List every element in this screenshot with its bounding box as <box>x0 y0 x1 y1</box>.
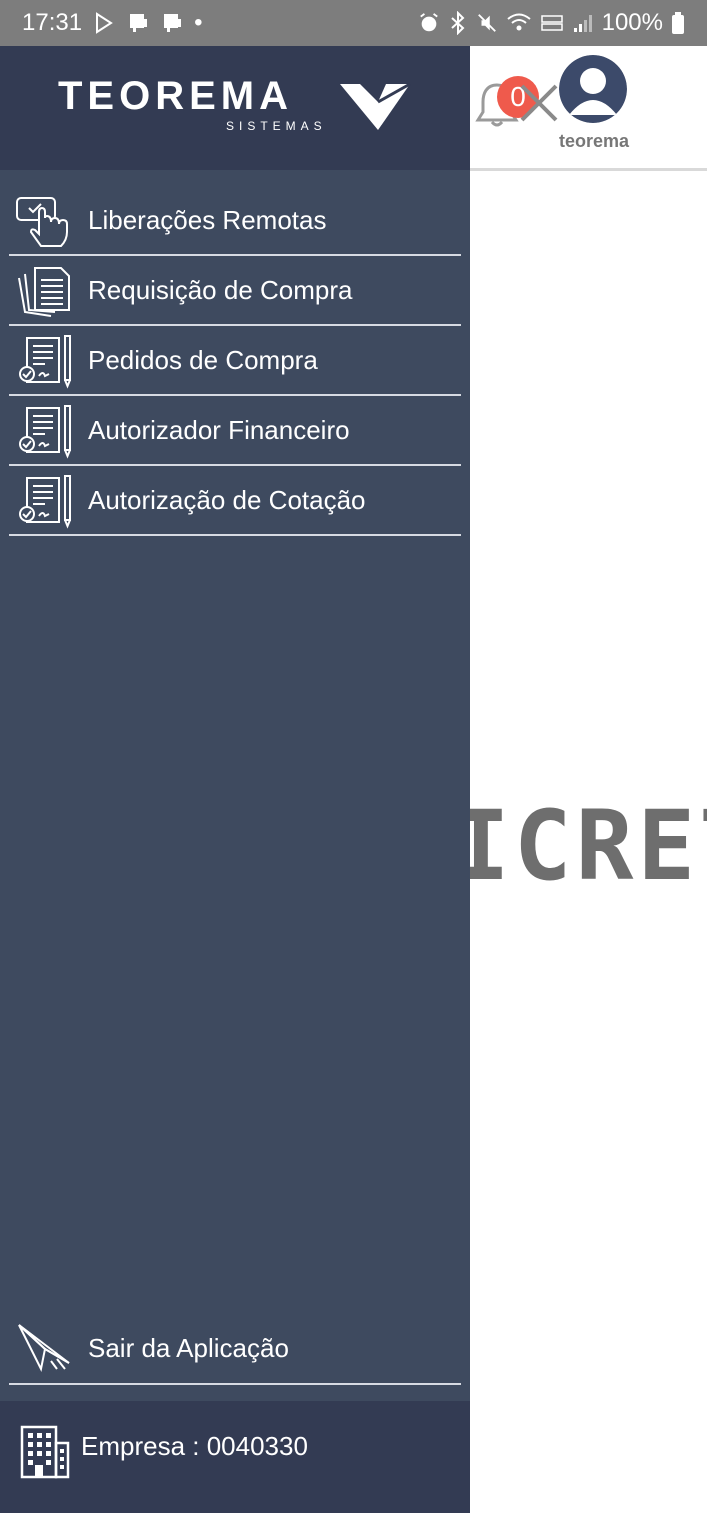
logo-icon <box>340 82 411 130</box>
signal-icon <box>573 15 592 32</box>
documents-icon <box>18 267 70 317</box>
status-dot: • <box>194 9 203 36</box>
navigation-drawer: TEOREMA SISTEMAS Liberações Remotas Requ… <box>0 46 470 1513</box>
play-store-icon <box>96 12 113 34</box>
menu-item-autorizacao-de-cotacao[interactable]: Autorização de Cotação <box>9 466 461 536</box>
wifi-icon <box>506 13 531 31</box>
menu-item-pedidos-de-compra[interactable]: Pedidos de Compra <box>9 326 461 396</box>
alarm-icon <box>419 13 438 32</box>
username: teorema <box>558 131 630 151</box>
menu-item-autorizador-financeiro[interactable]: Autorizador Financeiro <box>9 396 461 466</box>
menu-item-label: Liberações Remotas <box>88 204 327 235</box>
avatar[interactable] <box>559 55 627 123</box>
company-footer: Empresa : 0040330 <box>0 1401 470 1513</box>
company-label: Empresa : 0040330 <box>81 1431 308 1461</box>
logout-button[interactable]: Sair da Aplicação <box>9 1311 461 1385</box>
logout-label: Sair da Aplicação <box>88 1333 289 1363</box>
user-icon <box>559 55 627 123</box>
menu-item-label: Requisição de Compra <box>88 274 353 305</box>
mute-icon <box>477 14 496 32</box>
paper-plane-icon <box>18 1324 70 1373</box>
menu-item-requisicao-de-compra[interactable]: Requisição de Compra <box>9 256 461 326</box>
cast-icon <box>130 14 148 32</box>
logo-subtitle: SISTEMAS <box>226 119 327 133</box>
logo-name: TEOREMA <box>58 74 293 118</box>
contract-icon <box>19 475 71 529</box>
contract-icon <box>19 405 71 459</box>
bluetooth-icon <box>450 11 465 35</box>
cast-icon <box>164 14 182 32</box>
menu-item-label: Autorização de Cotação <box>88 484 366 515</box>
menu-item-label: Autorizador Financeiro <box>88 414 350 445</box>
status-bar: 17:31 • 100% <box>0 0 707 46</box>
drawer-menu: Liberações Remotas Requisição de Compra <box>9 186 461 536</box>
contract-icon <box>19 335 71 389</box>
building-icon <box>20 1425 70 1479</box>
menu-item-liberacoes-remotas[interactable]: Liberações Remotas <box>9 186 461 256</box>
lte-icon <box>540 15 563 31</box>
drawer-header: TEOREMA SISTEMAS <box>0 46 470 170</box>
close-icon[interactable] <box>518 82 560 124</box>
menu-item-label: Pedidos de Compra <box>88 344 318 375</box>
screen: 17:31 • 100% 0 teorema ICRE TEOREMA SIST… <box>0 0 707 1513</box>
touch-icon <box>16 197 68 247</box>
background-text: ICRET <box>452 790 707 902</box>
battery-icon <box>672 12 684 34</box>
status-time: 17:31 <box>22 9 83 36</box>
battery-level: 100% <box>601 9 663 36</box>
